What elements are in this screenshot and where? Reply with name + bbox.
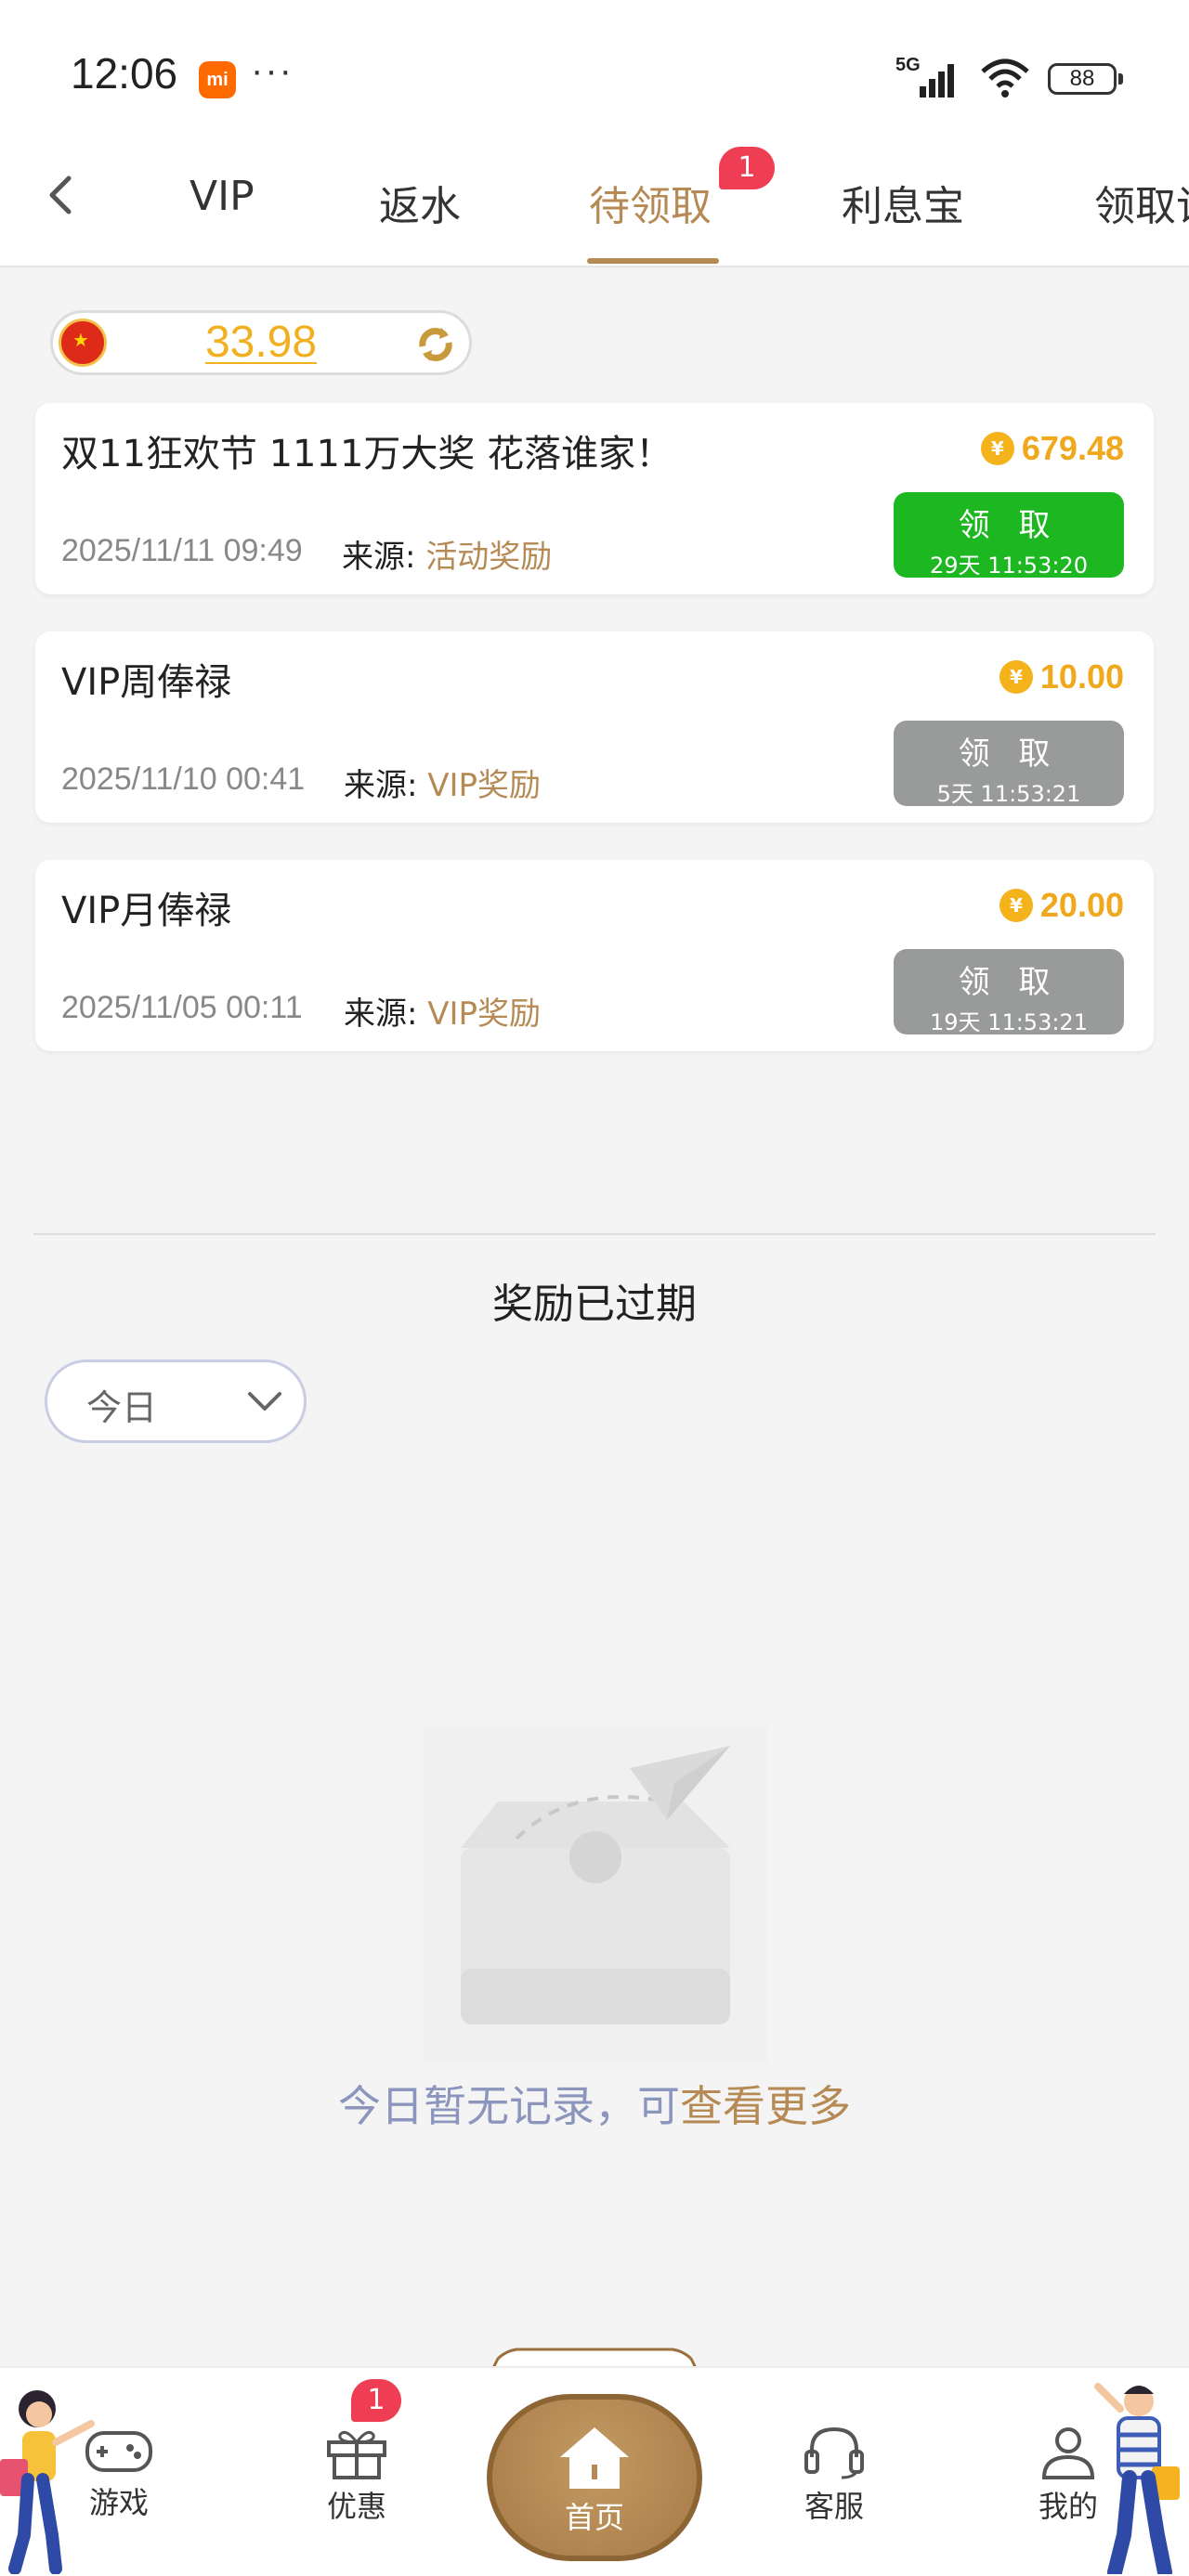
back-icon[interactable]	[33, 167, 89, 223]
reward-title: VIP周俸禄	[61, 661, 232, 704]
expired-section-title: 奖励已过期	[492, 1281, 697, 1328]
cellular-signal-icon: 5G	[895, 55, 962, 99]
tab-vip[interactable]: VIP	[189, 173, 255, 220]
wifi-icon	[979, 57, 1031, 101]
status-bar: 12:06 mi ··· 5G 88	[0, 0, 1189, 139]
reward-title: 双11狂欢节 1111万大奖 花落谁家！	[61, 433, 673, 475]
reward-amount: ¥ 679.48	[980, 429, 1124, 468]
girl-mascot-illustration	[0, 2390, 95, 2574]
pending-count-badge: 1	[719, 147, 775, 189]
headset-icon	[804, 2426, 864, 2479]
claim-label: 领 取	[958, 735, 1060, 773]
tab-rebate[interactable]: 返水	[379, 173, 461, 232]
nav-customer-service[interactable]: 客服	[760, 2424, 908, 2526]
tab-pending-claim[interactable]: 待领取	[589, 173, 712, 232]
chevron-down-icon	[246, 1386, 283, 1416]
view-more-link[interactable]: 查看更多	[680, 2081, 851, 2131]
reward-date: 2025/11/05 00:11	[61, 990, 303, 1025]
empty-state-text: 今日暂无记录，可	[338, 2081, 680, 2131]
reward-amount-value: 10.00	[1039, 657, 1124, 696]
claim-button[interactable]: 领 取 29天 11:53:20	[894, 492, 1124, 579]
reward-amount: ¥ 10.00	[999, 657, 1124, 696]
more-notifications-icon: ···	[251, 50, 294, 91]
home-icon	[560, 2427, 629, 2489]
source-value: VIP奖励	[427, 767, 542, 804]
claim-button[interactable]: 领 取 5天 11:53:21	[894, 721, 1124, 807]
home-button[interactable]: 首页	[487, 2394, 702, 2561]
source-value: 活动奖励	[425, 539, 553, 576]
status-time: 12:06	[71, 49, 178, 98]
empty-box-illustration	[424, 1727, 767, 2062]
reward-source: 来源: VIP奖励	[344, 760, 541, 805]
date-filter-value: 今日	[86, 1387, 158, 1428]
source-label: 来源:	[344, 767, 428, 804]
empty-state-message: 今日暂无记录，可查看更多	[0, 2073, 1189, 2134]
reward-date: 2025/11/10 00:41	[61, 761, 306, 797]
nav-service-label: 客服	[804, 2489, 864, 2524]
claim-countdown: 29天 11:53:20	[930, 553, 1088, 579]
claim-label: 领 取	[958, 507, 1060, 544]
source-label: 来源:	[342, 539, 426, 576]
claim-label: 领 取	[958, 964, 1060, 1001]
claim-button[interactable]: 领 取 19天 11:53:21	[894, 949, 1124, 1035]
gift-icon	[327, 2430, 386, 2479]
balance-amount[interactable]: 33.98	[53, 317, 469, 368]
date-filter-select[interactable]: 今日	[45, 1360, 307, 1443]
reward-card: VIP月俸禄 ¥ 20.00 2025/11/05 00:11 来源: VIP奖…	[35, 860, 1154, 1051]
boy-mascot-illustration	[1094, 2383, 1180, 2574]
coin-icon: ¥	[980, 432, 1014, 465]
source-label: 来源:	[344, 995, 428, 1033]
reward-card: 双11狂欢节 1111万大奖 花落谁家！ ¥ 679.48 2025/11/11…	[35, 403, 1154, 594]
source-value: VIP奖励	[427, 995, 542, 1033]
reward-card: VIP周俸禄 ¥ 10.00 2025/11/10 00:41 来源: VIP奖…	[35, 631, 1154, 823]
reward-source: 来源: 活动奖励	[342, 531, 552, 577]
reward-source: 来源: VIP奖励	[344, 988, 541, 1034]
status-indicators: 5G 88	[895, 55, 1123, 102]
claim-countdown: 5天 11:53:21	[936, 781, 1081, 807]
reward-amount-value: 679.48	[1021, 429, 1124, 467]
coin-icon: ¥	[999, 889, 1033, 922]
refresh-icon[interactable]	[410, 319, 462, 371]
battery-icon: 88	[1048, 63, 1123, 95]
coin-icon: ¥	[999, 660, 1033, 694]
nav-promotions-label: 优惠	[326, 2489, 386, 2524]
nav-promotions[interactable]: 优惠	[282, 2424, 431, 2526]
top-tab-bar: VIP 返水 待领取 1 利息宝 领取记录	[0, 139, 1189, 267]
reward-title: VIP月俸禄	[61, 890, 232, 932]
balance-pill: ★ 33.98	[50, 310, 472, 375]
tab-interest[interactable]: 利息宝	[842, 173, 964, 232]
reward-amount: ¥ 20.00	[999, 886, 1124, 925]
reward-amount-value: 20.00	[1039, 886, 1124, 924]
active-tab-indicator	[587, 258, 719, 264]
mi-app-icon: mi	[199, 61, 236, 98]
nav-home-label: 首页	[564, 2500, 624, 2535]
promotions-badge: 1	[351, 2379, 401, 2422]
reward-date: 2025/11/11 09:49	[61, 533, 303, 568]
section-divider	[33, 1233, 1156, 1235]
tab-claim-history[interactable]: 领取记录	[1094, 173, 1189, 232]
claim-countdown: 19天 11:53:21	[930, 1009, 1088, 1035]
